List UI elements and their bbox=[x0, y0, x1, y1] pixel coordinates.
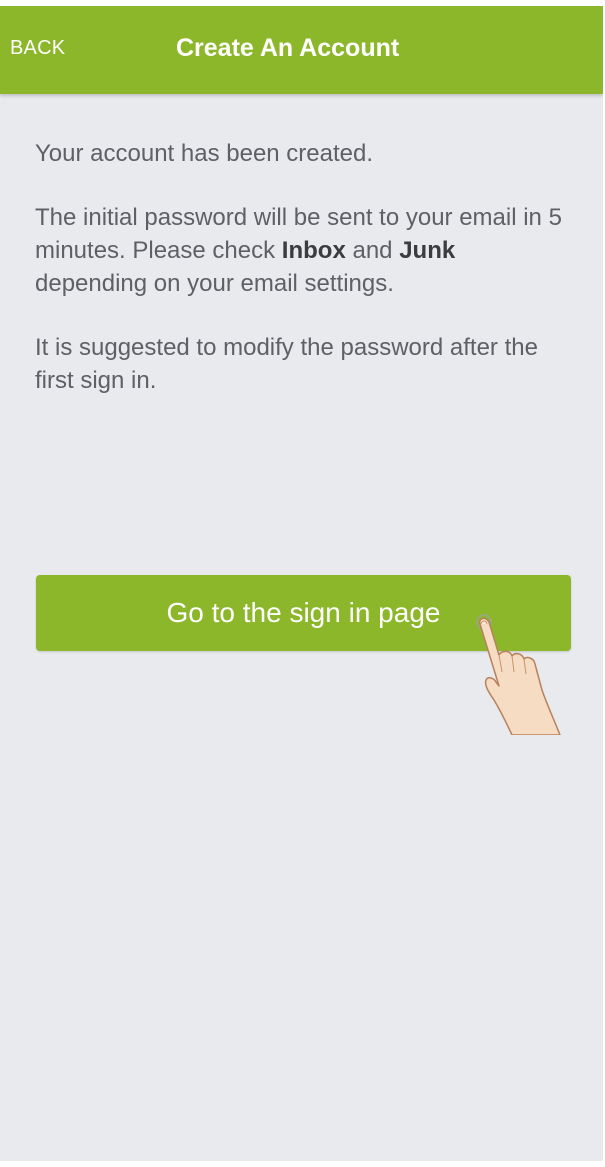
password-notice-part2: and bbox=[345, 237, 400, 264]
inbox-emphasis: Inbox bbox=[281, 237, 346, 264]
app-screen: BACK Create An Account Your account has … bbox=[0, 6, 603, 1161]
password-notice-text: The initial password will be sent to you… bbox=[35, 201, 570, 300]
back-button[interactable]: BACK bbox=[10, 37, 65, 60]
password-notice-part3: depending on your email settings. bbox=[35, 270, 394, 297]
modify-password-line: It is suggested to modify the password a… bbox=[35, 334, 538, 394]
confirmation-message: Your account has been created. The initi… bbox=[35, 137, 570, 428]
page-title: Create An Account bbox=[176, 34, 400, 62]
go-to-sign-in-button[interactable]: Go to the sign in page bbox=[36, 575, 571, 651]
account-created-line: Your account has been created. bbox=[35, 140, 374, 167]
app-bar: BACK Create An Account bbox=[0, 6, 603, 94]
junk-emphasis: Junk bbox=[399, 237, 456, 264]
account-created-text: Your account has been created. bbox=[35, 137, 570, 170]
modify-password-hint: It is suggested to modify the password a… bbox=[35, 331, 570, 397]
